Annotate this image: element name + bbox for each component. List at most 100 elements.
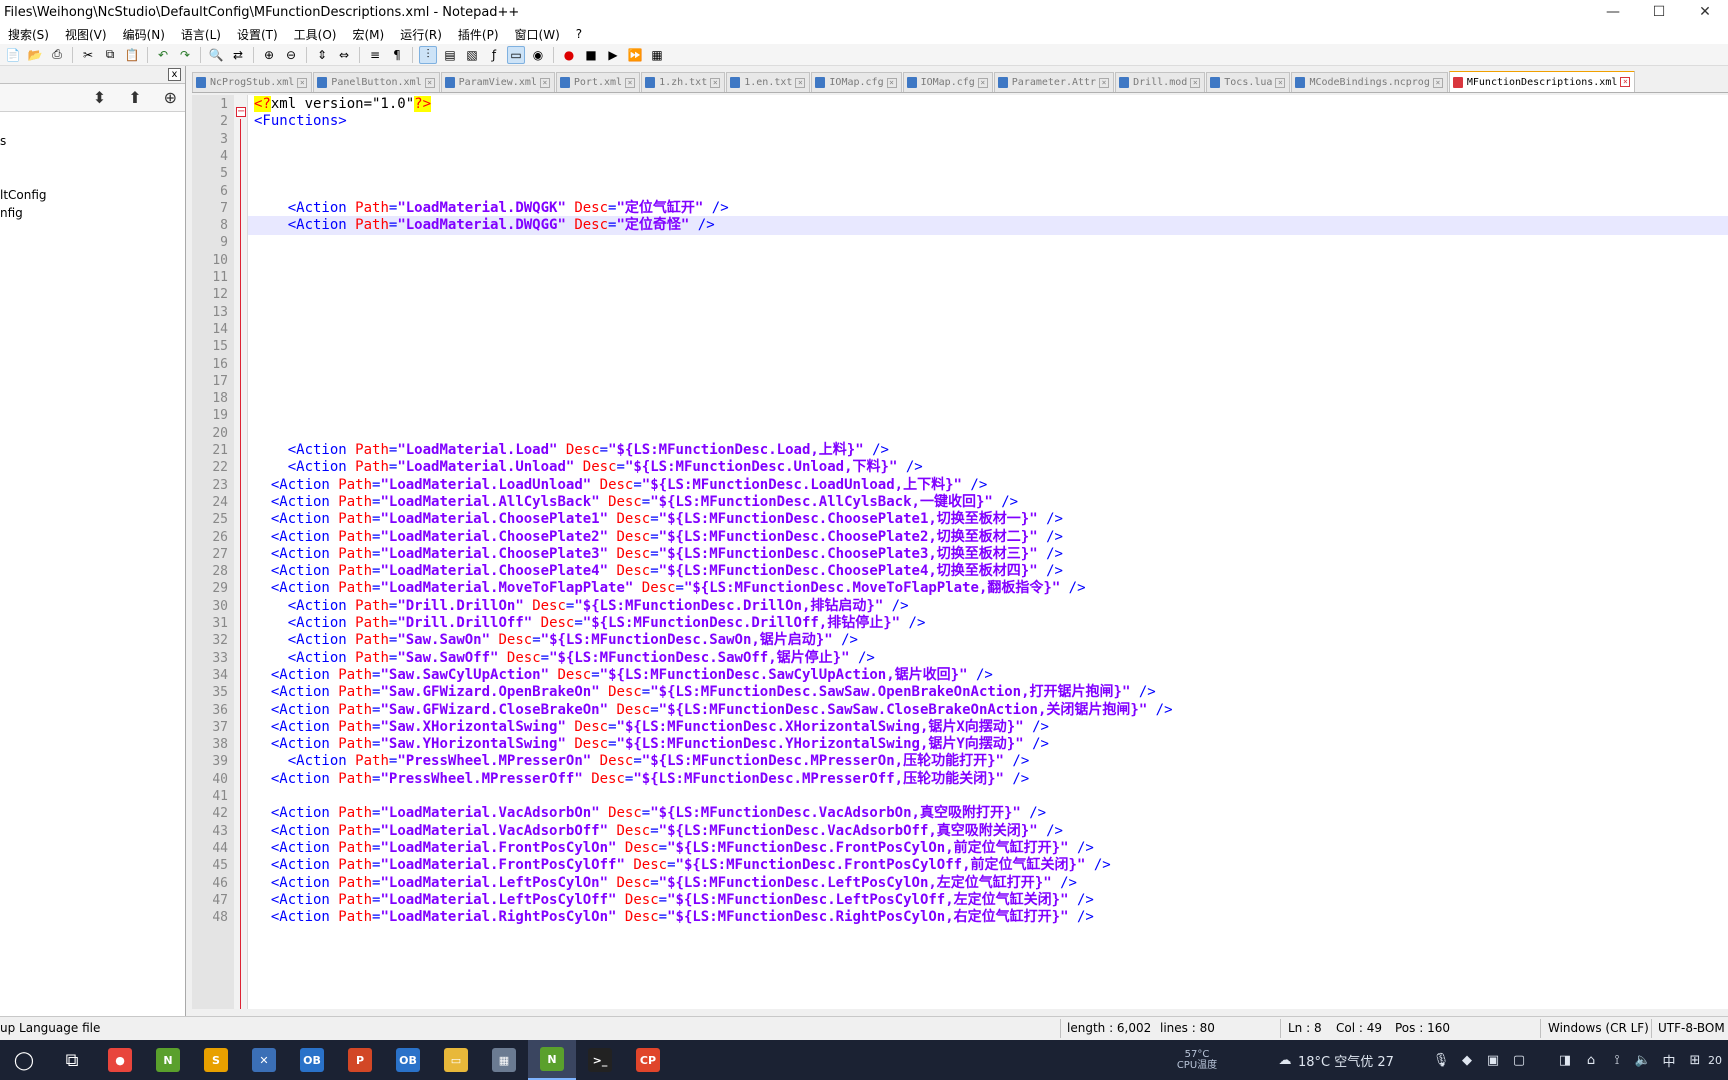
app-calc-icon[interactable]: ▦ — [480, 1040, 528, 1080]
record-macro-icon[interactable]: ● — [560, 46, 578, 64]
maximize-button[interactable]: ☐ — [1636, 0, 1682, 24]
tab-6[interactable]: IOMap.cfg × — [811, 72, 902, 92]
tab-close-icon[interactable]: × — [1190, 77, 1201, 88]
ime-mode-icon[interactable]: ⊞ — [1682, 1053, 1708, 1068]
app-tray-icon-3[interactable]: ▢ — [1506, 1053, 1532, 1068]
volume-icon[interactable]: 🔈 — [1630, 1053, 1656, 1068]
microphone-icon[interactable]: 🎙 — [1428, 1053, 1454, 1068]
menu-item-10[interactable]: ? — [568, 27, 590, 41]
current-line[interactable]: <Action Path="LoadMaterial.DWQGG" Desc="… — [248, 216, 1728, 235]
outlook2-icon[interactable]: OB — [384, 1040, 432, 1080]
tab-close-icon[interactable]: × — [625, 77, 636, 88]
code-line[interactable]: <Functions> — [254, 112, 347, 131]
menu-item-9[interactable]: 窗口(W) — [507, 26, 568, 43]
code-area[interactable]: <?xml version="1.0"?> <Functions> <Action… — [248, 95, 1728, 1009]
redo-icon[interactable]: ↷ — [176, 46, 194, 64]
network-icon[interactable]: ⟟ — [1604, 1053, 1630, 1068]
code-line[interactable]: <Action Path="LoadMaterial.ChoosePlate1"… — [254, 510, 1063, 529]
tree-item[interactable] — [0, 168, 185, 186]
app-tray-icon-4[interactable]: ◨ — [1552, 1053, 1578, 1068]
menu-item-2[interactable]: 编码(N) — [115, 26, 173, 43]
undo-icon[interactable]: ↶ — [154, 46, 172, 64]
chrome-icon[interactable]: ● — [96, 1040, 144, 1080]
close-button[interactable]: ✕ — [1682, 0, 1728, 24]
cpu-temp-widget[interactable]: 57°C CPU温度 — [1152, 1049, 1242, 1071]
menu-item-0[interactable]: 搜索(S) — [0, 26, 57, 43]
tree-item[interactable]: nfig — [0, 204, 185, 222]
tab-2[interactable]: ParamView.xml × — [440, 72, 555, 92]
tree-item[interactable] — [0, 114, 185, 132]
tab-close-icon[interactable]: × — [886, 77, 897, 88]
notepadpp-icon[interactable]: N — [144, 1040, 192, 1080]
tab-close-icon[interactable]: × — [424, 77, 435, 88]
zoom-in-icon[interactable]: ⊕ — [260, 46, 278, 64]
indent-guide-icon[interactable]: ⫶ — [419, 45, 437, 64]
code-line[interactable]: <Action Path="Saw.GFWizard.OpenBrakeOn" … — [254, 683, 1156, 702]
code-line[interactable]: <Action Path="LoadMaterial.RightPosCylOn… — [254, 908, 1094, 927]
explorer-icon[interactable]: ▭ — [432, 1040, 480, 1080]
menu-item-4[interactable]: 设置(T) — [229, 26, 286, 43]
udl-icon[interactable]: ▤ — [441, 46, 459, 64]
tab-close-icon[interactable]: × — [1275, 77, 1286, 88]
task-view-icon[interactable]: ⧉ — [48, 1040, 96, 1080]
tab-close-icon[interactable]: × — [710, 77, 721, 88]
code-line[interactable]: <Action Path="LoadMaterial.MoveToFlapPla… — [254, 579, 1086, 598]
fold-toggle-icon[interactable]: − — [236, 107, 246, 117]
show-all-chars-icon[interactable]: ¶ — [388, 46, 406, 64]
play-macro-icon[interactable]: ▶ — [604, 46, 622, 64]
cut-icon[interactable]: ✂ — [79, 46, 97, 64]
notepadpp-active-icon[interactable]: N — [528, 1040, 576, 1080]
expand-all-icon[interactable]: ⬍ — [93, 88, 106, 107]
tab-close-icon[interactable]: × — [1099, 77, 1110, 88]
minimize-button[interactable]: — — [1590, 0, 1636, 24]
tab-7[interactable]: IOMap.cfg × — [902, 72, 993, 92]
paste-icon[interactable]: 📋 — [123, 46, 141, 64]
tab-5[interactable]: 1.en.txt × — [726, 72, 811, 92]
tab-close-icon[interactable]: × — [1620, 77, 1631, 87]
status-encoding[interactable]: UTF-8-BOM — [1658, 1021, 1725, 1035]
code-line[interactable]: <Action Path="LoadMaterial.Unload" Desc=… — [254, 458, 923, 477]
terminal-icon[interactable]: >_ — [576, 1040, 624, 1080]
ime-indicator[interactable]: 中 — [1656, 1051, 1682, 1070]
collapse-all-icon[interactable]: ⬆ — [128, 88, 141, 107]
weather-icon[interactable]: ☁ — [1272, 1053, 1298, 1068]
open-file-icon[interactable]: 📂 — [26, 46, 44, 64]
app-tool-icon[interactable]: ✕ — [240, 1040, 288, 1080]
locate-file-icon[interactable]: ⊕ — [164, 88, 177, 107]
menu-item-6[interactable]: 宏(M) — [344, 26, 392, 43]
tab-3[interactable]: Port.xml × — [555, 72, 641, 92]
function-list-icon[interactable]: ƒ — [485, 46, 503, 64]
zoom-out-icon[interactable]: ⊖ — [282, 46, 300, 64]
tree-item[interactable]: ltConfig — [0, 186, 185, 204]
code-line[interactable]: <Action Path="LoadMaterial.VacAdsorbOn" … — [254, 804, 1046, 823]
clock[interactable]: 20 — [1708, 1054, 1728, 1067]
tree-item[interactable] — [0, 150, 185, 168]
tab-0[interactable]: NcProgStub.xml × — [192, 72, 313, 92]
find-icon[interactable]: 🔍 — [207, 46, 225, 64]
panel-close-button[interactable]: x — [168, 68, 181, 81]
save-macro-icon[interactable]: ▦ — [648, 46, 666, 64]
tab-4[interactable]: 1.zh.txt × — [641, 72, 726, 92]
code-line[interactable]: <Action Path="PressWheel.MPresserOn" Des… — [254, 752, 1030, 771]
tab-close-icon[interactable]: × — [297, 77, 308, 88]
code-line[interactable]: <Action Path="Saw.SawOn" Desc="${LS:MFun… — [254, 631, 858, 650]
status-eol[interactable]: Windows (CR LF) — [1548, 1021, 1649, 1035]
outlook-icon[interactable]: OB — [288, 1040, 336, 1080]
word-wrap-icon[interactable]: ≡ — [366, 46, 384, 64]
sync-vertical-icon[interactable]: ⇕ — [313, 46, 331, 64]
doc-map-icon[interactable]: ▧ — [463, 46, 481, 64]
app-cp-icon[interactable]: CP — [624, 1040, 672, 1080]
sync-horizontal-icon[interactable]: ⇔ — [335, 46, 353, 64]
tab-8[interactable]: Parameter.Attr × — [993, 72, 1115, 92]
app-tray-icon[interactable]: ◆ — [1454, 1053, 1480, 1068]
tab-10[interactable]: Tocs.lua × — [1206, 72, 1291, 92]
copy-icon[interactable]: ⧉ — [101, 46, 119, 64]
tab-11[interactable]: MCodeBindings.ncprog × — [1291, 72, 1448, 92]
menu-item-7[interactable]: 运行(R) — [392, 26, 450, 43]
tab-close-icon[interactable]: × — [795, 77, 806, 88]
tab-close-icon[interactable]: × — [1432, 77, 1443, 88]
tab-close-icon[interactable]: × — [539, 77, 550, 88]
powerpoint-icon[interactable]: P — [336, 1040, 384, 1080]
editor[interactable]: 1 2 3 4 5 6 7 8 9 10 11 12 13 14 15 16 17 18 19 20 21 22 23 24 2… — [192, 95, 1728, 1009]
menu-item-3[interactable]: 语言(L) — [173, 26, 229, 43]
